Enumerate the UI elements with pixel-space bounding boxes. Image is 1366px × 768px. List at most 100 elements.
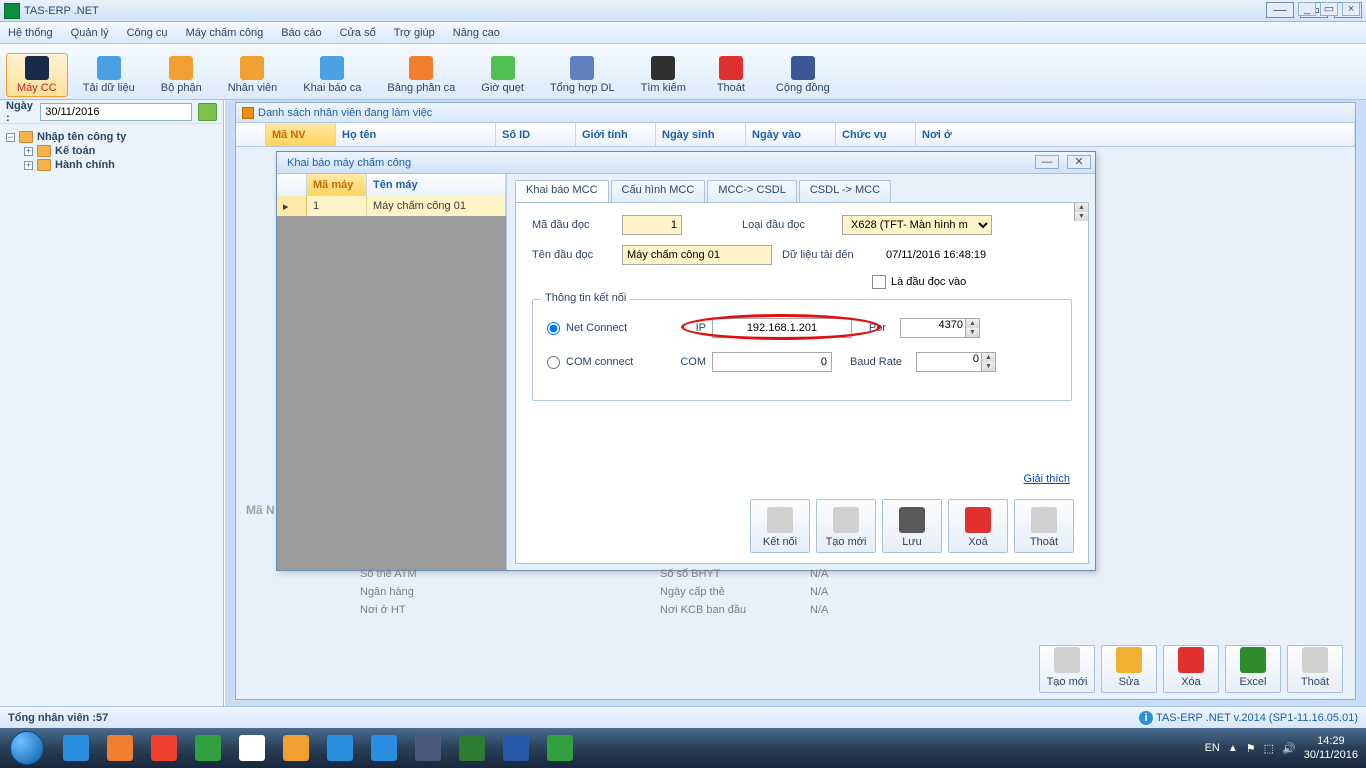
toolbar-button[interactable]: Giờ quẹt — [470, 53, 535, 97]
action-button[interactable]: Sửa — [1101, 645, 1157, 693]
tab-declare[interactable]: Khai báo MCC — [515, 180, 609, 202]
tree-expander-icon[interactable]: − — [6, 133, 15, 142]
taskbar-app-icon[interactable] — [232, 732, 272, 764]
reader-type-select[interactable]: X628 (TFT- Màn hình m — [842, 215, 992, 235]
mdi-minimize-button[interactable]: _ — [1298, 2, 1316, 16]
toolbar-button[interactable]: Tổng hợp DL — [539, 53, 626, 97]
tray-clock[interactable]: 14:29 30/11/2016 — [1304, 734, 1358, 762]
port-label: Por — [852, 322, 886, 334]
grid-col[interactable]: Nơi ở — [916, 123, 1355, 146]
taskbar-app-icon[interactable] — [408, 732, 448, 764]
reader-name-input[interactable] — [622, 245, 772, 265]
dialog-action-button[interactable]: Tạo mới — [816, 499, 876, 553]
menu-item[interactable]: Nâng cao — [453, 27, 500, 39]
tray-flag-icon[interactable]: ▲ — [1228, 743, 1238, 754]
baud-input[interactable]: 0 ▲▼ — [916, 352, 996, 372]
data-until-input[interactable]: 07/11/2016 16:48:19 ▲▼ — [882, 249, 1032, 261]
taskbar-app-icon[interactable] — [540, 732, 580, 764]
com-input[interactable] — [712, 352, 832, 372]
toolbar-button[interactable]: Thoát — [701, 53, 761, 97]
date-input[interactable] — [40, 103, 192, 121]
dialog-action-button[interactable]: Xoá — [948, 499, 1008, 553]
ml-col[interactable]: Mã máy — [307, 174, 367, 196]
tree-expander-icon[interactable]: + — [24, 161, 33, 170]
tray-volume-icon[interactable]: 🔊 — [1282, 742, 1296, 755]
start-button[interactable] — [0, 728, 54, 768]
net-connect-radio[interactable] — [547, 322, 560, 335]
toolbar-button[interactable]: Bảng phân ca — [376, 53, 466, 97]
tab-mcc-csdl[interactable]: MCC-> CSDL — [707, 180, 797, 202]
tree-node[interactable]: Hành chính — [55, 159, 115, 171]
port-input[interactable]: 4370 ▲▼ — [900, 318, 980, 338]
ml-col[interactable]: Tên máy — [367, 174, 506, 196]
grid-col[interactable]: Mã NV — [266, 123, 336, 146]
window-minimize-button[interactable]: — — [1266, 2, 1294, 18]
toolbar-button[interactable]: Bộ phận — [150, 53, 213, 97]
toolbar-button[interactable]: Nhân viên — [217, 53, 289, 97]
action-button[interactable]: Xóa — [1163, 645, 1219, 693]
refresh-button[interactable] — [198, 103, 217, 121]
grid-col[interactable]: Ngày vào — [746, 123, 836, 146]
dialog-action-button[interactable]: Kết nối — [750, 499, 810, 553]
dialog-action-button[interactable]: Lưu — [882, 499, 942, 553]
dialog-close-button[interactable]: ✕ — [1067, 155, 1091, 169]
menu-item[interactable]: Máy chấm công — [186, 27, 264, 39]
menu-item[interactable]: Báo cáo — [281, 27, 321, 39]
action-button[interactable]: Thoát — [1287, 645, 1343, 693]
is-in-reader-checkbox[interactable] — [872, 275, 886, 289]
reader-name-label: Tên đầu đọc — [532, 249, 622, 261]
tray-network-icon[interactable]: ⬚ — [1264, 742, 1274, 755]
taskbar-app-icon[interactable] — [144, 732, 184, 764]
toolbar-button[interactable]: Cộng đồng — [765, 53, 841, 97]
taskbar-app-icon[interactable] — [56, 732, 96, 764]
grid-col[interactable]: Chức vụ — [836, 123, 916, 146]
reader-id-input[interactable] — [622, 215, 682, 235]
ml-row[interactable]: ▸ 1 Máy chấm công 01 — [277, 196, 506, 216]
com-connect-radio[interactable] — [547, 356, 560, 369]
menu-item[interactable]: Trợ giúp — [394, 27, 435, 39]
grid-col[interactable]: Họ tên — [336, 123, 496, 146]
mdi-close-button[interactable]: × — [1342, 2, 1360, 16]
explain-link[interactable]: Giải thích — [1024, 473, 1070, 485]
main-panel: Danh sách nhân viên đang làm việc Mã NV … — [224, 100, 1366, 706]
action-button[interactable]: Excel — [1225, 645, 1281, 693]
action-button[interactable]: Tạo mới — [1039, 645, 1095, 693]
mdi-restore-button[interactable]: ▭ — [1320, 2, 1338, 16]
taskbar-app-icon[interactable] — [276, 732, 316, 764]
tree-node[interactable]: Kế toán — [55, 145, 95, 157]
taskbar-app-icon[interactable] — [188, 732, 228, 764]
menu-item[interactable]: Quản lý — [71, 27, 109, 39]
toolbar-button[interactable]: Tìm kiếm — [630, 53, 697, 97]
grid-col[interactable] — [236, 123, 266, 146]
info-grid: Số thẻ ATMSố sổ BHYTN/ANgân hàngNgày cấp… — [360, 565, 1335, 619]
tray-action-center-icon[interactable]: ⚑ — [1246, 742, 1256, 755]
dialog-action-button[interactable]: Thoát — [1014, 499, 1074, 553]
menu-item[interactable]: Cửa sổ — [340, 27, 376, 39]
app-icon — [4, 3, 20, 19]
grid-col[interactable]: Ngày sinh — [656, 123, 746, 146]
grid-col[interactable]: Giới tính — [576, 123, 656, 146]
ip-input[interactable] — [712, 318, 852, 338]
button-icon — [833, 507, 859, 533]
toolbar-button[interactable]: Máy CC — [6, 53, 68, 97]
button-icon — [1116, 647, 1142, 673]
tray-lang[interactable]: EN — [1205, 742, 1220, 754]
ml-col[interactable] — [277, 174, 307, 196]
tree-expander-icon[interactable]: + — [24, 147, 33, 156]
taskbar-app-icon[interactable] — [452, 732, 492, 764]
menu-item[interactable]: Hệ thống — [8, 27, 53, 39]
toolbar-button[interactable]: Tải dữ liệu — [72, 53, 146, 97]
taskbar-app-icon[interactable] — [364, 732, 404, 764]
toolbar-button[interactable]: Khai báo ca — [292, 53, 372, 97]
menu-item[interactable]: Công cụ — [127, 27, 168, 39]
taskbar-app-icon[interactable] — [100, 732, 140, 764]
connection-fieldset: Thông tin kết nối Net Connect IP Por 437… — [532, 299, 1072, 401]
tab-csdl-mcc[interactable]: CSDL -> MCC — [799, 180, 891, 202]
tab-config[interactable]: Cấu hình MCC — [611, 180, 706, 202]
grid-col[interactable]: Số ID — [496, 123, 576, 146]
taskbar-app-icon[interactable] — [496, 732, 536, 764]
tree-root[interactable]: Nhập tên công ty — [37, 131, 126, 143]
taskbar-app-icon[interactable] — [320, 732, 360, 764]
dialog-minimize-button[interactable]: — — [1035, 155, 1059, 169]
left-panel: Ngày : − Nhập tên công ty + Kế toán + Hà… — [0, 100, 224, 706]
